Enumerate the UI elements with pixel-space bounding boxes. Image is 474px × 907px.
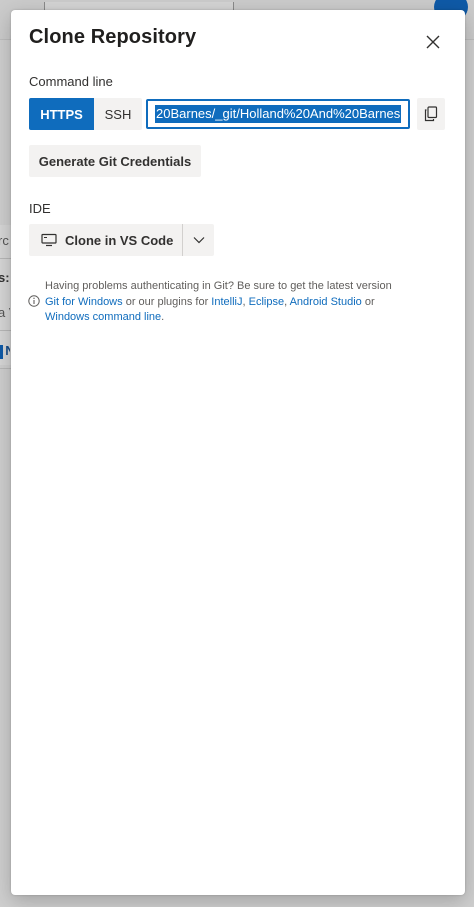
computer-monitor-icon	[41, 233, 57, 247]
auth-help-text: Having problems authenticating in Git? B…	[28, 279, 448, 326]
ide-options-dropdown[interactable]	[183, 224, 214, 256]
clone-in-vscode-button[interactable]: Clone in VS Code	[29, 224, 182, 256]
panel-title: Clone Repository	[29, 26, 197, 48]
ssh-button[interactable]: SSH	[94, 98, 142, 130]
help-text: or our plugins for	[122, 295, 212, 308]
help-text: .	[161, 311, 165, 323]
clone-url-input[interactable]: 20Barnes/_git/Holland%20And%20Barnes	[146, 99, 410, 129]
ide-split-button: Clone in VS Code	[29, 224, 214, 256]
help-text: or	[361, 295, 375, 308]
intellij-link[interactable]: IntelliJ	[211, 296, 242, 308]
eclipse-link[interactable]: Eclipse	[249, 296, 284, 308]
https-button[interactable]: HTTPS	[29, 98, 94, 130]
help-line: Git for Windows or our plugins for Intel…	[28, 294, 448, 311]
clone-url-selected-text: 20Barnes/_git/Holland%20And%20Barnes	[155, 105, 402, 123]
android-studio-link[interactable]: Android Studio	[290, 296, 362, 308]
info-icon	[28, 294, 40, 307]
background-list-text: s:	[0, 270, 10, 285]
background-list-text: a V	[0, 305, 10, 320]
help-line: Windows command line.	[28, 310, 448, 326]
copy-icon	[424, 106, 438, 122]
chevron-down-icon	[193, 237, 204, 244]
protocol-toggle: HTTPS SSH	[29, 98, 142, 130]
ide-label: IDE	[29, 201, 51, 216]
copy-url-button[interactable]	[417, 98, 445, 130]
close-icon	[426, 35, 440, 49]
background-selection-marker	[0, 345, 3, 359]
command-line-label: Command line	[29, 74, 113, 89]
background-list-text: rc	[0, 233, 9, 248]
clone-repository-panel: Clone Repository Command line HTTPS SSH …	[11, 10, 465, 895]
help-line: Having problems authenticating in Git? B…	[28, 279, 448, 295]
help-intro: Having problems authenticating in Git? B…	[45, 280, 392, 292]
close-button[interactable]	[419, 28, 447, 56]
generate-git-credentials-button[interactable]: Generate Git Credentials	[29, 145, 201, 177]
git-for-windows-link[interactable]: Git for Windows	[45, 296, 123, 308]
clone-in-vscode-label: Clone in VS Code	[65, 232, 174, 248]
windows-command-line-link[interactable]: Windows command line	[45, 311, 161, 323]
